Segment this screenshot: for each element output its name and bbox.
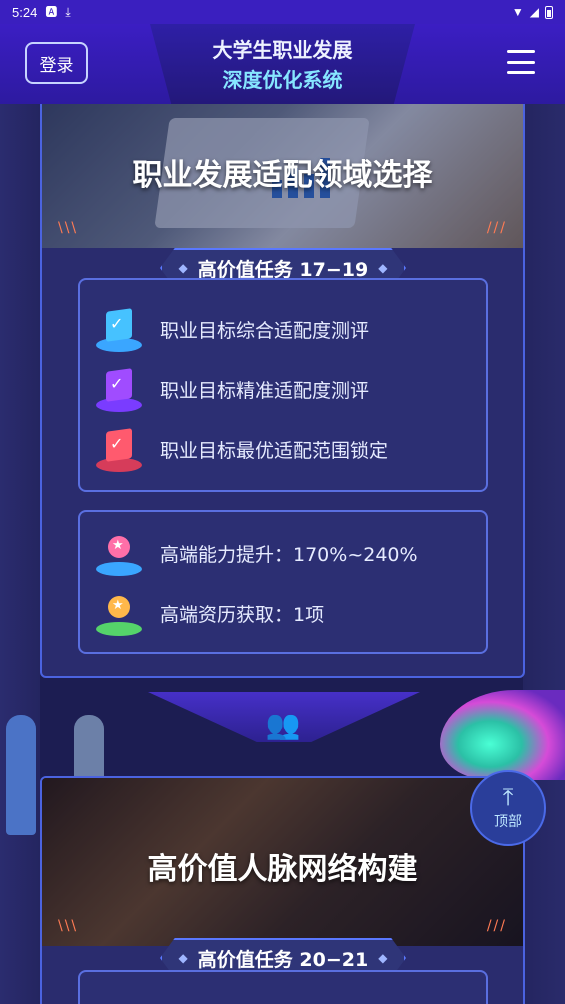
back-to-top-label: 顶部: [494, 814, 522, 830]
hamburger-menu-icon[interactable]: [507, 50, 535, 74]
task-list-box: ✓ 职业目标综合适配度测评 ✓ 职业目标精准适配度测评 ✓ 职业目标最优适配范围…: [78, 278, 488, 492]
reward-item: ★ 高端能力提升：170%~240%: [96, 530, 418, 576]
corner-decoration-icon: \\\: [58, 918, 79, 934]
reward-item: ★ 高端资历获取：1项: [96, 590, 324, 636]
book-check-icon: ✓: [96, 366, 142, 412]
network-building-card: 高价值人脉网络构建 \\\ /// ◆ 高价值任务 20−21 ◆: [40, 776, 525, 1004]
app-title-line1: 大学生职业发展: [212, 38, 353, 62]
reward-label: 高端能力提升：170%~240%: [160, 543, 418, 566]
arrow-up-icon: ⤒: [502, 783, 514, 811]
app-title-line2: 深度优化系统: [222, 68, 343, 92]
people-icon: 👥: [265, 708, 301, 741]
hero-banner: 高价值人脉网络构建 \\\ ///: [42, 778, 523, 946]
diamond-icon: ◆: [378, 261, 388, 275]
login-button[interactable]: 登录: [25, 42, 88, 84]
task-item[interactable]: ✓ 职业目标综合适配度测评: [96, 306, 369, 352]
corner-decoration-icon: ///: [486, 918, 507, 934]
medal-star-icon: ★: [96, 530, 142, 576]
ufo-decoration: [440, 690, 565, 780]
notification-a-icon: 🅰: [45, 5, 58, 19]
task-range-label: 高价值任务 20−21: [197, 948, 369, 971]
battery-icon: [545, 5, 553, 19]
section-title: 高价值人脉网络构建: [147, 852, 418, 887]
back-to-top-button[interactable]: ⤒ 顶部: [470, 770, 546, 846]
reward-list-box: ★ 高端能力提升：170%~240% ★ 高端资历获取：1项: [78, 510, 488, 654]
career-field-card: 职业发展适配领域选择 \\\ /// ◆ 高价值任务 17−19 ◆ ✓ 职业目…: [40, 96, 525, 678]
section-title: 职业发展适配领域选择: [132, 158, 433, 193]
hero-banner: 职业发展适配领域选择 \\\ ///: [42, 98, 523, 248]
download-icon: ⤓: [65, 5, 71, 19]
book-check-icon: ✓: [96, 306, 142, 352]
status-bar: 5:24 🅰 ⤓ ▼ ◢: [0, 0, 565, 24]
background-panel-right: [523, 104, 565, 1004]
corner-decoration-icon: ///: [486, 220, 507, 236]
diamond-icon: ◆: [378, 951, 388, 965]
task-item[interactable]: ✓ 职业目标最优适配范围锁定: [96, 426, 388, 472]
app-header: 登录 大学生职业发展 深度优化系统: [0, 24, 565, 104]
diamond-icon: ◆: [178, 951, 188, 965]
signal-icon: ◢: [529, 5, 539, 19]
task-item[interactable]: ✓ 职业目标精准适配度测评: [96, 366, 369, 412]
book-check-icon: ✓: [96, 426, 142, 472]
diamond-icon: ◆: [178, 261, 188, 275]
task-label: 职业目标最优适配范围锁定: [160, 439, 389, 462]
wifi-icon: ▼: [511, 5, 524, 19]
reward-label: 高端资历获取：1项: [160, 603, 325, 626]
background-panel-left: [0, 104, 40, 1004]
corner-decoration-icon: \\\: [58, 220, 79, 236]
status-time: 5:24: [12, 4, 38, 20]
task-label: 职业目标精准适配度测评: [160, 379, 370, 402]
task-list-box: [78, 970, 488, 1004]
medal-star-icon: ★: [96, 590, 142, 636]
task-label: 职业目标综合适配度测评: [160, 319, 370, 342]
